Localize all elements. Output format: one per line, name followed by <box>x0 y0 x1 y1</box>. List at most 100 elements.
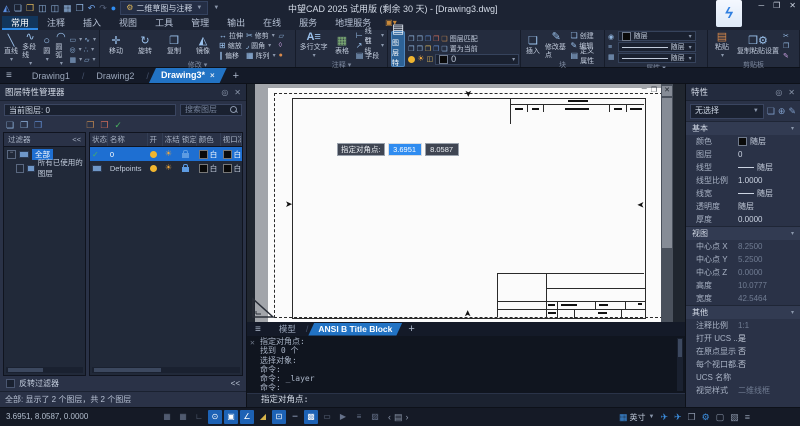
leader-icon[interactable]: ↗ <box>356 41 363 50</box>
collapse-section-icon[interactable]: ▾ <box>791 309 794 316</box>
section-header[interactable]: 其他▾ <box>686 305 800 319</box>
insert-block-button[interactable]: ❏ 插入 <box>524 35 542 56</box>
layer-walk-icon[interactable]: ❐ <box>408 45 414 53</box>
quick-view-icon[interactable]: ❐ <box>688 410 696 424</box>
collapse-section-icon[interactable]: ▾ <box>791 125 794 132</box>
dynamic-input-x[interactable]: 3.6951 <box>388 143 422 156</box>
layer-isolate-icon[interactable]: ❏ <box>441 35 447 43</box>
property-row[interactable]: 注释比例1:1 <box>686 319 800 332</box>
property-row[interactable]: 透明度随层 <box>686 200 800 213</box>
mirror-button[interactable]: ◭ 镜像 <box>190 35 216 56</box>
property-value[interactable]: 随层 <box>738 201 800 212</box>
property-row[interactable]: 中心点 Y5.2500 <box>686 253 800 266</box>
circle-button[interactable]: ○ 圆▾ <box>41 35 52 64</box>
layer-off-icon[interactable]: ❐ <box>433 35 439 43</box>
object-snap-toggle[interactable]: ▣ <box>224 410 238 424</box>
workspace-status-icon[interactable]: ✈ <box>674 410 682 424</box>
workspace-switcher[interactable]: ⚙ 二维草图与注释 ▼ <box>120 1 208 15</box>
property-row[interactable]: 中心点 X8.2500 <box>686 240 800 253</box>
quick-properties-toggle[interactable]: ▭ <box>320 410 334 424</box>
new-layout-button[interactable]: + <box>408 323 414 335</box>
rotate-button[interactable]: ↻ 旋转 <box>132 35 158 56</box>
stretch-icon[interactable]: ↔ <box>219 31 227 40</box>
document-tab[interactable]: Drawing1 <box>20 69 82 83</box>
color-dropdown[interactable]: 随层 ▾ <box>618 31 696 41</box>
property-row[interactable]: 宽度42.5464 <box>686 292 800 305</box>
close-button[interactable]: ✕ <box>789 1 796 10</box>
pin-icon[interactable]: ◎ <box>775 88 782 97</box>
close-panel-icon[interactable]: ✕ <box>234 88 241 97</box>
new-document-button[interactable]: + <box>233 70 239 82</box>
close-command-icon[interactable]: ✕ <box>250 338 255 347</box>
column-header[interactable]: 状态 <box>90 133 108 146</box>
explode-icon[interactable]: ● <box>279 52 283 59</box>
annotation-visibility-toggle[interactable]: ≡ <box>352 410 366 424</box>
column-header[interactable]: 视口冻结 <box>221 133 242 146</box>
tree-expand-icon[interactable]: − <box>7 150 16 159</box>
mtext-button[interactable]: A≡ 多行文字▾ <box>299 31 328 60</box>
customize-menu-icon[interactable]: ≡ <box>745 410 750 424</box>
trim-icon[interactable]: ✂ <box>246 31 253 40</box>
property-value[interactable]: 随层 <box>738 136 800 147</box>
layer-freeze-cell[interactable]: ☀ <box>163 161 180 175</box>
layer-freeze-cell[interactable]: ☀ <box>163 147 180 161</box>
polyline-button[interactable]: ∿ 多段线▾ <box>22 31 38 68</box>
ribbon-tab[interactable]: 服务 <box>290 16 326 30</box>
layer-unlock-icon[interactable]: ❐ <box>425 45 431 53</box>
plot-preview-button[interactable]: ❒ <box>76 0 84 16</box>
define-attribute-icon[interactable]: ▤ <box>571 51 579 60</box>
create-block-icon[interactable]: ❏ <box>571 31 578 40</box>
layout-menu-icon[interactable]: ≡ <box>255 324 261 335</box>
align-icon[interactable]: ▱ <box>279 32 284 40</box>
filter-tree-item[interactable]: 所有已使用的图层 <box>4 161 85 175</box>
color-picker-icon[interactable]: ◉ <box>608 33 614 41</box>
next-layout-icon[interactable]: › <box>406 410 409 424</box>
ribbon-tab[interactable]: 工具 <box>146 16 182 30</box>
tree-expand-icon[interactable] <box>16 164 24 173</box>
property-value[interactable]: 42.5464 <box>738 294 800 303</box>
dynamic-ucs-toggle[interactable]: ◢ <box>256 410 270 424</box>
viewport-arrow-bottom[interactable]: ➤ <box>463 310 472 318</box>
scale-icon[interactable]: ⊞ <box>219 41 226 50</box>
canvas-vscrollbar[interactable]: ✕ <box>661 84 673 322</box>
command-vscrollbar[interactable] <box>677 338 683 391</box>
set-current-layer-button[interactable]: ✓ <box>114 118 122 133</box>
layer-on-icon[interactable]: ❐ <box>408 35 414 43</box>
clean-screen-icon[interactable]: ▢ <box>716 410 725 424</box>
property-row[interactable]: 线型比例1.0000 <box>686 174 800 187</box>
layer-properties-button[interactable]: ▤ 图层特性 <box>391 31 405 67</box>
layer-row[interactable]: Defpoints☀白白 <box>90 161 242 175</box>
point-icon[interactable]: ∴ <box>84 46 88 54</box>
offset-icon[interactable]: ∥ <box>219 51 223 60</box>
property-value[interactable]: 随层 <box>738 162 800 173</box>
command-input[interactable]: 指定对角点: <box>247 393 685 407</box>
layer-on-cell[interactable] <box>148 147 163 161</box>
qat-overflow-icon[interactable]: ▼ <box>213 5 219 11</box>
property-value[interactable]: 是 <box>738 333 800 344</box>
column-header[interactable]: 颜色 <box>197 133 221 146</box>
property-row[interactable]: UCS 名称 <box>686 371 800 384</box>
viewport-arrow-left[interactable]: ➤ <box>285 200 293 209</box>
property-value[interactable]: 0.0000 <box>738 215 800 224</box>
property-row[interactable]: 在原点显示 ...否 <box>686 345 800 358</box>
table-button[interactable]: ▦ 表格 <box>331 35 352 56</box>
section-header[interactable]: 视图▾ <box>686 226 800 240</box>
unlock-icon[interactable] <box>182 167 189 172</box>
layout-preview-icon[interactable]: ▤ <box>394 410 403 424</box>
unit-selector[interactable]: ▦ 英寸 ▼ <box>619 412 654 423</box>
unreconcile-layer-button[interactable]: ❐ <box>86 118 94 133</box>
fullscreen-icon[interactable]: ▧ <box>730 410 739 424</box>
set-current-layer-button[interactable]: 置为当前 <box>450 44 478 54</box>
property-value[interactable]: 否 <box>738 359 800 370</box>
select-objects-icon[interactable]: ⊕ <box>778 106 786 117</box>
collapse-section-icon[interactable]: ▾ <box>791 230 794 237</box>
command-history[interactable]: ✕ 指定对角点:找到 0 个选择对象:命令:命令: _layer命令: <box>247 336 685 393</box>
ribbon-tab[interactable]: 输出 <box>218 16 254 30</box>
toggle-pickadd-icon[interactable]: ❏ <box>767 106 775 117</box>
table-hscrollbar[interactable] <box>92 367 240 373</box>
lineweight-dropdown[interactable]: 随层 ▾ <box>618 53 696 63</box>
open-file-button[interactable]: ❐ <box>26 0 34 16</box>
bulb-on-icon[interactable] <box>150 165 157 172</box>
layer-match-button[interactable]: 图层匹配 <box>450 34 478 44</box>
new-frozen-layer-button[interactable]: ❐ <box>20 118 28 133</box>
